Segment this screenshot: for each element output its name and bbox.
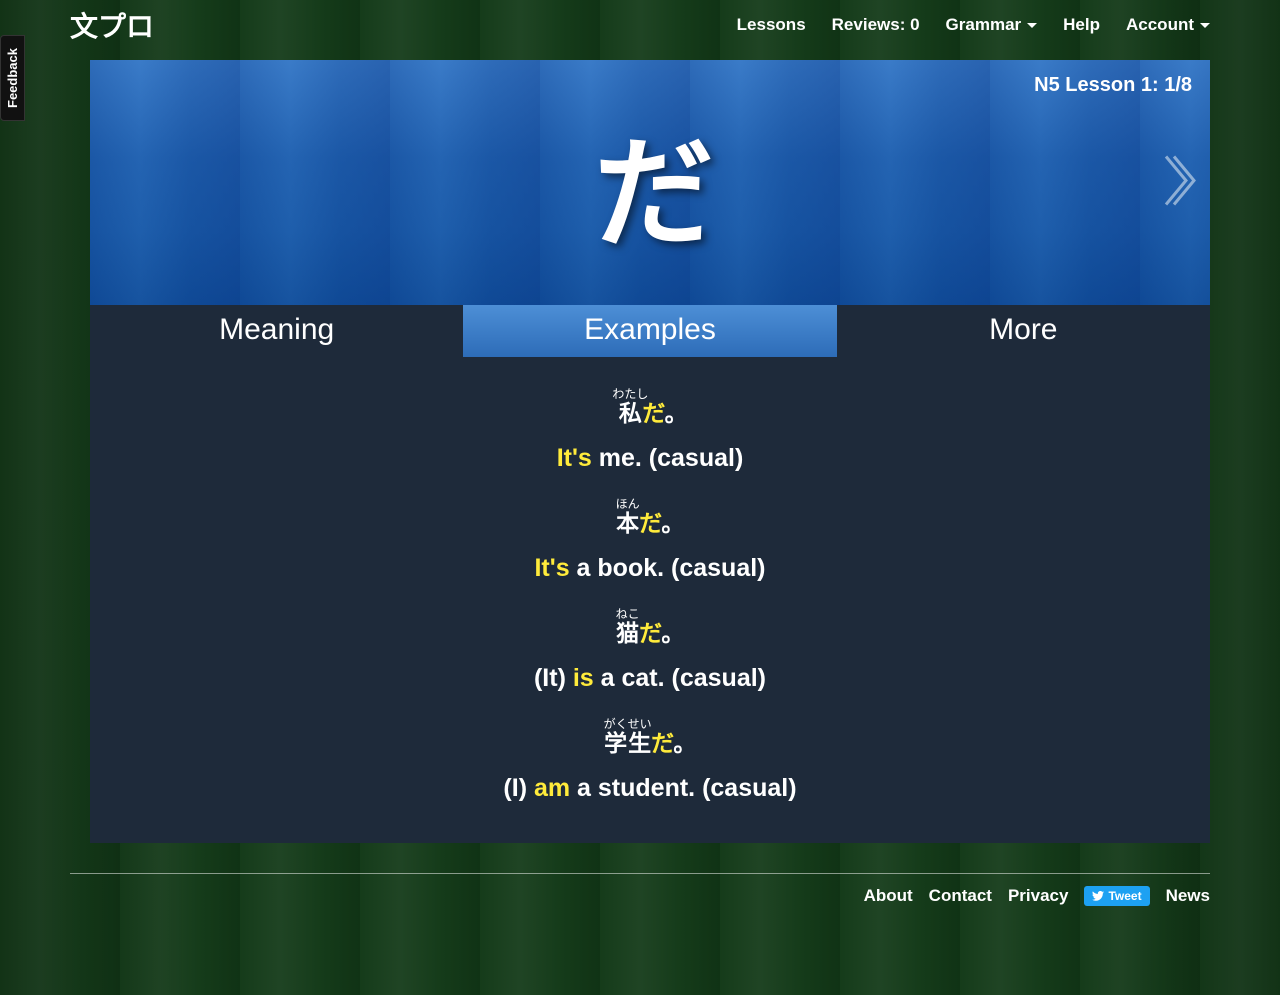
chevron-right-icon [1162,152,1196,208]
content-tabs: Meaning Examples More [90,305,1210,357]
nav-account-label: Account [1126,15,1194,35]
nav-grammar[interactable]: Grammar [946,15,1038,35]
example-sentence: 猫ねこだ。 (It) is a cat. (casual) [110,607,1190,693]
english-translation: It's me. (casual) [557,444,744,472]
main-panel: N5 Lesson 1: 1/8 だ Meaning Examples More… [90,60,1210,843]
page-footer: About Contact Privacy Tweet News [70,873,1210,906]
example-sentence: 私わたしだ。 It's me. (casual) [110,387,1190,473]
lesson-indicator: N5 Lesson 1: 1/8 [1034,74,1192,97]
footer-news[interactable]: News [1166,886,1210,906]
nav-menu: Lessons Reviews: 0 Grammar Help Account [737,15,1210,35]
english-translation: (It) is a cat. (casual) [534,664,766,692]
site-logo[interactable]: 文プロ [70,5,154,45]
footer-about[interactable]: About [864,886,913,906]
examples-content: 私わたしだ。 It's me. (casual) 本ほんだ。 It's a bo… [90,357,1210,843]
english-translation: (I) am a student. (casual) [503,774,796,802]
nav-lessons[interactable]: Lessons [737,15,806,35]
tab-meaning[interactable]: Meaning [90,305,463,357]
feedback-tab[interactable]: Feedback [0,35,25,121]
tab-examples[interactable]: Examples [463,305,836,357]
chevron-down-icon [1200,23,1210,28]
nav-reviews[interactable]: Reviews: 0 [832,15,920,35]
grammar-point-title: だ [594,96,706,270]
nav-help[interactable]: Help [1063,15,1100,35]
japanese-sentence: 学生がくせいだ。 [110,717,1190,758]
top-navigation: 文プロ Lessons Reviews: 0 Grammar Help Acco… [0,0,1280,50]
nav-account[interactable]: Account [1126,15,1210,35]
twitter-icon [1092,891,1104,901]
grammar-highlight: だ [651,730,673,756]
next-arrow-button[interactable] [1162,152,1196,213]
footer-contact[interactable]: Contact [929,886,992,906]
grammar-highlight: だ [639,620,661,646]
hero-banner: N5 Lesson 1: 1/8 だ [90,60,1210,305]
grammar-highlight: だ [639,510,661,536]
tweet-label: Tweet [1108,889,1141,903]
nav-grammar-label: Grammar [946,15,1022,35]
japanese-sentence: 私わたしだ。 [110,387,1190,428]
grammar-highlight: だ [642,400,664,426]
example-sentence: 本ほんだ。 It's a book. (casual) [110,497,1190,583]
tab-more[interactable]: More [837,305,1210,357]
japanese-sentence: 猫ねこだ。 [110,607,1190,648]
example-sentence: 学生がくせいだ。 (I) am a student. (casual) [110,717,1190,803]
japanese-sentence: 本ほんだ。 [110,497,1190,538]
english-translation: It's a book. (casual) [534,554,765,582]
chevron-down-icon [1027,23,1037,28]
footer-privacy[interactable]: Privacy [1008,886,1069,906]
tweet-button[interactable]: Tweet [1084,886,1149,906]
